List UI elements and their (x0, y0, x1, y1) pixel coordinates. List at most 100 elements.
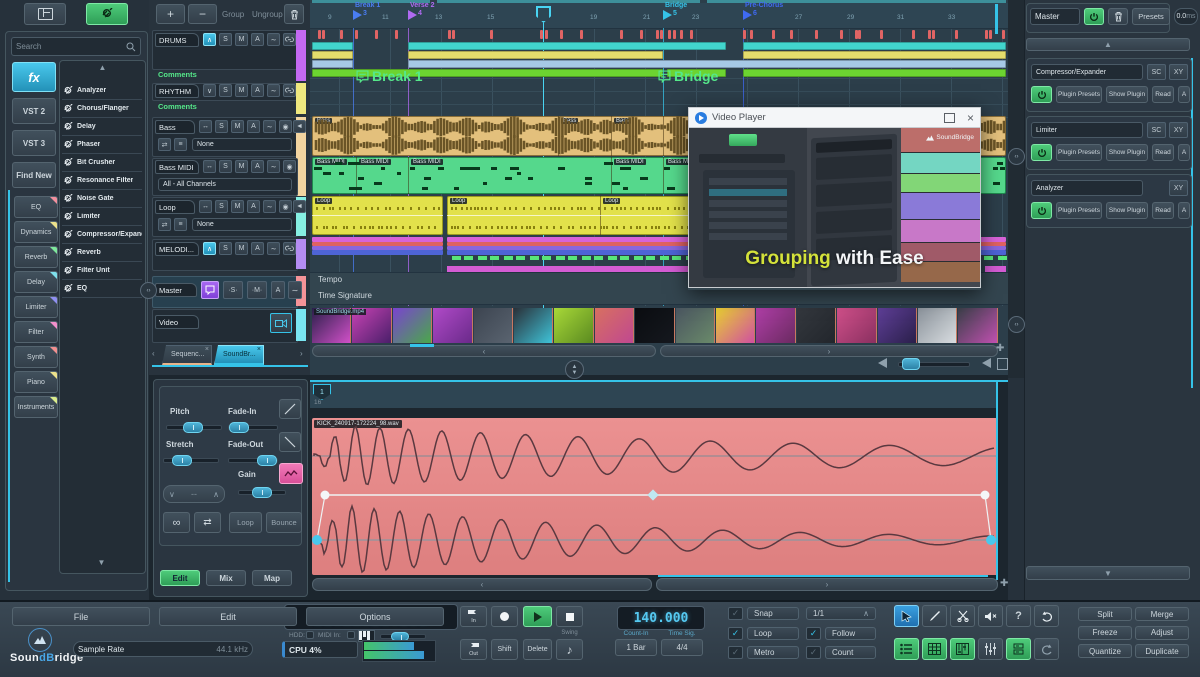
hdd-checkbox[interactable] (306, 631, 314, 639)
plugin-presets-button[interactable]: Plugin Presets (1056, 144, 1102, 161)
session-view-button[interactable] (922, 638, 947, 660)
checkbox-loop[interactable]: ✓ (728, 627, 743, 640)
io-button[interactable]: ↔ (199, 200, 212, 213)
plugin-item-resonance-filter[interactable]: Resonance Filter (62, 172, 142, 190)
video-thumbnail[interactable] (433, 308, 472, 343)
envelope-button[interactable]: ∼ (263, 200, 276, 213)
group-clip-strip[interactable] (312, 51, 353, 59)
punch-out-button[interactable]: Out (460, 639, 487, 660)
select-tool-button[interactable] (894, 605, 919, 627)
delete-button[interactable]: Delete (523, 639, 552, 660)
marker-flag-icon[interactable] (353, 10, 362, 20)
browser-tab-find-new[interactable]: Find New (12, 162, 56, 188)
marker-flag-icon[interactable] (663, 10, 672, 20)
plugin-item-filter-unit[interactable]: Filter Unit (62, 262, 142, 280)
editor-resize-handle[interactable]: ▲▼ (565, 360, 584, 379)
gain-envelope-button[interactable] (279, 463, 303, 484)
automation-button[interactable]: A (251, 242, 264, 255)
browser-tab-vst-3[interactable]: VST 3 (12, 130, 56, 156)
category-limiter[interactable]: Limiter (14, 296, 58, 318)
shift-button[interactable]: Shift (491, 639, 518, 660)
plugin-name-field[interactable]: Limiter (1031, 122, 1143, 138)
envelope-button[interactable]: ∼ (263, 120, 276, 133)
project-tab-1[interactable]: Sequenc...× (162, 345, 212, 365)
show-plugin-button[interactable]: Show Plugin (1106, 86, 1148, 103)
toggle-snap[interactable]: Snap (747, 607, 799, 620)
menu-options[interactable]: Options (306, 607, 444, 626)
track-name-master[interactable]: Master (155, 283, 197, 297)
a-b-button[interactable]: A (1178, 202, 1190, 219)
mixer-view-button[interactable] (978, 638, 1003, 660)
group-clip-strip[interactable] (743, 69, 1006, 77)
freeze-route-button[interactable]: ⇄ (158, 138, 171, 151)
xy-button[interactable]: XY (1169, 64, 1188, 80)
link-button[interactable] (283, 33, 296, 46)
record-button[interactable] (491, 606, 518, 627)
category-delay[interactable]: Delay (14, 271, 58, 293)
plugin-name-field[interactable]: Analyzer (1031, 180, 1143, 196)
automation-button[interactable]: A (247, 120, 260, 133)
timeline-comment[interactable]: Bridge (658, 68, 718, 84)
toggle-count[interactable]: Count (825, 646, 876, 659)
video-player-titlebar[interactable]: Video Player × (688, 107, 981, 128)
group-clip-strip[interactable] (312, 42, 353, 50)
category-filter[interactable]: Filter (14, 321, 58, 343)
plugin-item-limiter[interactable]: Limiter (62, 208, 142, 226)
plugin-item-noise-gate[interactable]: Noise Gate (62, 190, 142, 208)
action-split[interactable]: Split (1078, 607, 1132, 621)
time-sig-value[interactable]: 4/4 (661, 639, 703, 656)
link-button[interactable] (283, 242, 296, 255)
record-arm-button[interactable]: ◉ (283, 160, 296, 173)
punch-in-button[interactable]: In (460, 606, 487, 627)
output-select-none[interactable]: None (192, 218, 292, 231)
envelope-node[interactable] (321, 491, 330, 500)
timeline-hscroll-right[interactable]: › (660, 345, 998, 357)
help-tool-button[interactable]: ? (1006, 605, 1031, 627)
track-name-bass[interactable]: Bass (155, 120, 195, 134)
video-thumbnail[interactable] (474, 308, 513, 343)
plugin-list-scroll-up[interactable]: ▲ (60, 61, 145, 72)
cut-tool-button[interactable] (950, 605, 975, 627)
tabs-scroll-right[interactable]: › (300, 349, 303, 358)
group-clip-strip[interactable] (743, 51, 1006, 59)
master-envelope-button[interactable]: ∼ (288, 281, 302, 299)
master-presets-button[interactable]: Presets (1132, 8, 1170, 25)
midi-channel-select[interactable]: All - All Channels (158, 178, 292, 191)
editor-hscroll-right[interactable]: › (656, 578, 998, 591)
video-thumbnail[interactable] (514, 308, 553, 343)
draw-tool-button[interactable] (922, 605, 947, 627)
track-name-rhythm[interactable]: RHYTHM (155, 84, 199, 98)
checkbox-follow[interactable]: ✓ (806, 627, 821, 640)
solo-button[interactable]: S (219, 160, 232, 173)
video-thumbnail[interactable] (393, 308, 432, 343)
output-select-none[interactable]: None (192, 138, 292, 151)
timeline-vscroll-indicator[interactable] (995, 4, 998, 34)
plugin-name-field[interactable]: Compressor/Expander (1031, 64, 1143, 80)
sidechain-button[interactable]: SC (1147, 64, 1166, 80)
zoom-slider-handle[interactable] (902, 358, 920, 370)
collapse-group-button[interactable]: ∧ (203, 33, 216, 46)
menu-button[interactable]: ≡ (174, 218, 187, 231)
video-thumbnail[interactable] (797, 308, 836, 343)
plugin-item-eq[interactable]: EQ (62, 280, 142, 298)
plugin-power-button[interactable] (1031, 86, 1052, 103)
snap-grid-dropdown[interactable]: 1/1∧ (806, 607, 876, 620)
mute-button[interactable]: M (235, 84, 248, 97)
stop-button[interactable] (556, 606, 583, 627)
editor-hscroll-left[interactable]: ‹ (312, 578, 652, 591)
editor-tab-mix[interactable]: Mix (206, 570, 246, 586)
editor-pan-tool[interactable]: ✚ (1000, 578, 1012, 590)
monitor-button[interactable]: ◄ (293, 120, 306, 133)
timeline-pan-tool[interactable]: ✚ (996, 343, 1004, 354)
remove-track-button[interactable]: − (188, 4, 217, 24)
menu-edit[interactable]: Edit (159, 607, 297, 626)
split-view-button[interactable] (1006, 638, 1031, 660)
master-automation-button[interactable]: A (271, 281, 285, 299)
fade-in-slider[interactable] (228, 425, 278, 430)
latency-slider[interactable] (380, 634, 426, 639)
group-clip-strip[interactable] (312, 60, 353, 68)
envelope-edge-node[interactable] (986, 535, 996, 545)
loop-start-tag[interactable]: 1 (313, 384, 331, 400)
plugin-item-analyzer[interactable]: Analyzer (62, 82, 142, 100)
ungroup-button[interactable]: Ungroup (252, 10, 283, 19)
